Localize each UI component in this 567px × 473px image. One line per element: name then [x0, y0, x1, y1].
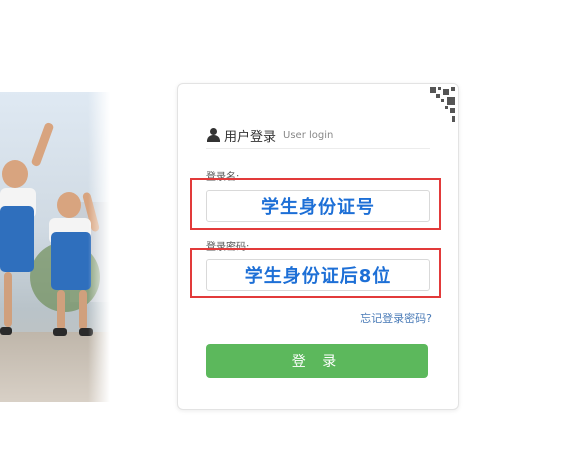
header-subtitle: User login	[283, 129, 334, 141]
card-header: 用户登录 User login	[206, 122, 430, 149]
forgot-password-link[interactable]: 忘记登录密码?	[360, 310, 432, 326]
highlight-password	[190, 248, 441, 298]
user-icon	[206, 128, 220, 142]
login-button[interactable]: 登 录	[206, 344, 428, 378]
photo-fade	[88, 92, 110, 402]
header-title: 用户登录	[224, 129, 277, 145]
children-photo	[0, 92, 110, 402]
highlight-username	[190, 178, 441, 230]
login-card: 用户登录 User login 登录名: 学生身份证号 登录密码: 学生身份证后…	[177, 83, 459, 410]
